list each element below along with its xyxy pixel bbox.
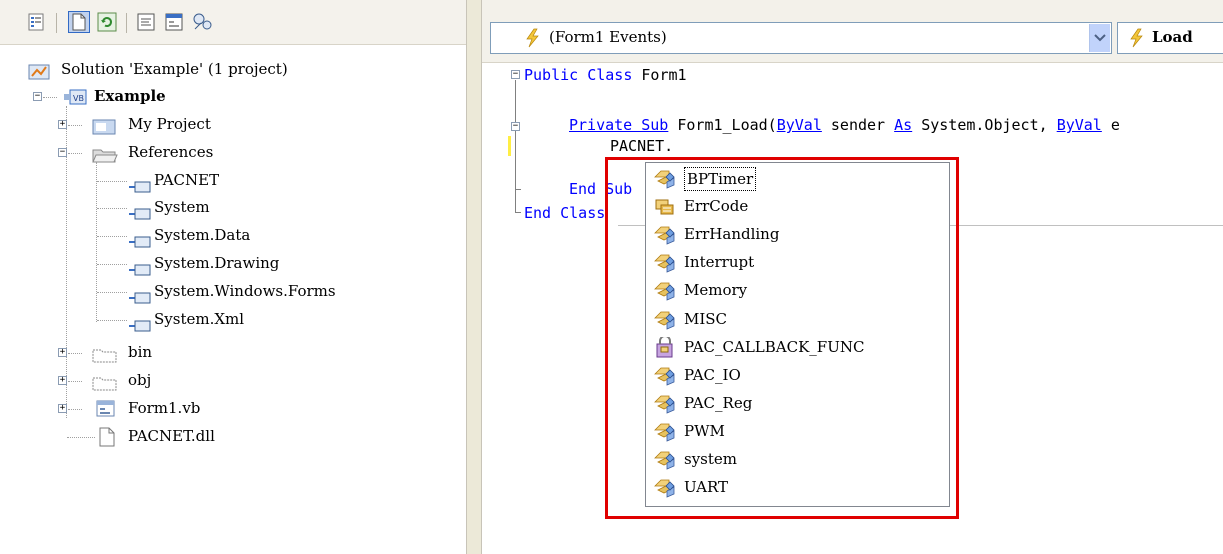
reference-icon [128, 314, 152, 341]
expand-my-project-toggle[interactable]: + [58, 120, 67, 129]
pane-splitter[interactable] [466, 0, 482, 554]
intellisense-item[interactable]: MISC [650, 306, 946, 333]
svg-text:VB: VB [73, 94, 84, 103]
intellisense-item[interactable]: BPTimer [650, 165, 946, 192]
intellisense-item[interactable]: UART [650, 474, 946, 501]
view-designer-icon[interactable] [163, 11, 185, 33]
collapse-project-toggle[interactable]: − [33, 92, 42, 101]
reference-icon [128, 258, 152, 285]
reference-icon [128, 175, 152, 202]
solution-icon [28, 62, 50, 89]
intellisense-item[interactable]: PAC_CALLBACK_FUNC [650, 334, 946, 361]
intellisense-item-label: ErrHandling [684, 225, 780, 244]
intellisense-item[interactable]: PWM [650, 418, 946, 445]
code-line-3[interactable]: PACNET. [610, 135, 673, 157]
intellisense-list[interactable]: BPTimer ErrCode ErrHandling Interrupt Memory… [645, 162, 950, 507]
collapse-class-toggle[interactable]: − [511, 70, 520, 79]
reference-icon [128, 230, 152, 257]
intellisense-item[interactable]: Interrupt [650, 249, 946, 276]
references-label: References [128, 143, 214, 161]
ref-label: System.Drawing [154, 254, 280, 272]
my-project-icon [92, 117, 116, 144]
reference-icon [128, 202, 152, 229]
navigation-bar: (Form1 Events) Load [482, 0, 1223, 63]
intellisense-item-label: system [684, 450, 737, 468]
my-project-label: My Project [128, 115, 211, 133]
code-line-2[interactable]: Private Sub Form1_Load(ByVal sender As S… [569, 114, 1120, 136]
intellisense-item[interactable]: PAC_IO [650, 362, 946, 389]
show-all-files-icon[interactable] [68, 11, 90, 33]
intellisense-item-label: Memory [684, 281, 748, 300]
class-combo-text: (Form1 Events) [549, 28, 667, 46]
pacnet-dll-label: PACNET.dll [128, 427, 215, 445]
intellisense-item-label: MISC [684, 309, 728, 328]
ref-label: System.Data [154, 226, 251, 244]
intellisense-item-label: PAC_Reg [684, 393, 753, 412]
bin-label: bin [128, 343, 153, 361]
folder-icon [92, 345, 118, 372]
file-icon [98, 427, 116, 456]
intellisense-item[interactable]: ErrHandling [650, 221, 946, 248]
method-combo-text: Load [1152, 28, 1193, 46]
code-line-5[interactable]: End Class [524, 202, 605, 224]
class-name-combo[interactable]: (Form1 Events) [490, 22, 1112, 54]
form-file-icon [96, 400, 116, 427]
properties-icon[interactable] [26, 11, 48, 33]
intellisense-item[interactable]: system [650, 446, 946, 473]
events-lightning-icon [524, 28, 540, 52]
chevron-down-icon[interactable] [1089, 24, 1110, 52]
namespace-icon [652, 477, 680, 508]
reference-icon [128, 286, 152, 313]
solution-label: Solution 'Example' (1 project) [61, 60, 288, 78]
intellisense-item-label: Interrupt [684, 253, 755, 272]
event-lightning-icon [1128, 28, 1144, 52]
intellisense-item-label: PAC_IO [684, 365, 741, 384]
intellisense-item-label: PWM [684, 421, 725, 440]
expand-form1-toggle[interactable]: + [58, 404, 67, 413]
intellisense-item-label: UART [684, 478, 729, 497]
refresh-icon[interactable] [96, 11, 118, 33]
collapse-references-toggle[interactable]: − [58, 148, 67, 157]
solution-explorer: Solution 'Example' (1 project) − VB Exam… [0, 0, 466, 554]
ref-label: System [154, 198, 210, 216]
intellisense-item[interactable]: ErrCode [650, 193, 946, 220]
expand-obj-toggle[interactable]: + [58, 376, 67, 385]
intellisense-item-label: PAC_CALLBACK_FUNC [684, 337, 865, 356]
folder-icon [92, 373, 118, 400]
ref-label: System.Windows.Forms [154, 282, 336, 300]
collapse-sub-toggle[interactable]: − [511, 122, 520, 131]
intellisense-item-label: BPTimer [684, 167, 757, 191]
class-diagram-icon[interactable] [191, 11, 213, 33]
intellisense-item[interactable]: Memory [650, 277, 946, 304]
ref-label: PACNET [154, 171, 220, 189]
project-label: Example [94, 87, 166, 105]
view-code-icon[interactable] [135, 11, 157, 33]
code-line-1[interactable]: Public Class Form1 [524, 64, 687, 86]
form1-label: Form1.vb [128, 399, 201, 417]
intellisense-item-label: ErrCode [684, 197, 749, 216]
ref-label: System.Xml [154, 310, 245, 328]
intellisense-item[interactable]: PAC_Reg [650, 390, 946, 417]
obj-label: obj [128, 371, 152, 389]
method-name-combo[interactable]: Load [1117, 22, 1223, 54]
expand-bin-toggle[interactable]: + [58, 348, 67, 357]
solution-explorer-toolbar [0, 0, 466, 45]
